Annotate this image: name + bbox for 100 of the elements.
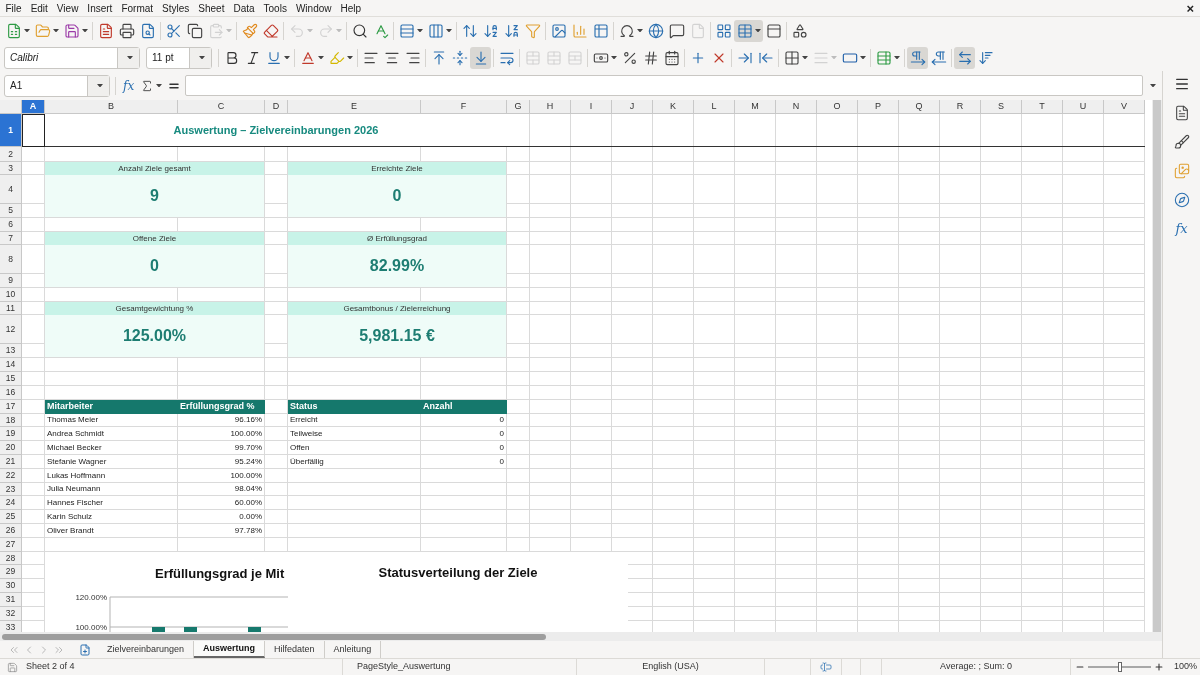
row-header[interactable]: 21 [0, 455, 22, 469]
column-header[interactable]: R [940, 100, 981, 114]
sheet-tab[interactable]: Hilfedaten [265, 641, 325, 658]
font-size-field[interactable]: 11 pt [146, 46, 212, 69]
caret-icon [198, 55, 205, 60]
row-header[interactable]: 2 [0, 147, 22, 162]
column-header[interactable]: K [653, 100, 694, 114]
table-cell: Karin Schulz [45, 510, 178, 524]
function-wizard-button[interactable]: fx [121, 78, 137, 93]
column-header[interactable]: M [735, 100, 776, 114]
column-header[interactable]: G [507, 100, 530, 114]
dropdown-button[interactable] [87, 75, 109, 96]
column-header[interactable]: F [421, 100, 507, 114]
caret-icon [801, 55, 808, 60]
formula-input[interactable] [185, 75, 1143, 96]
row-header[interactable]: 19 [0, 427, 22, 441]
page-style: PageStyle_Auswertung [357, 660, 451, 674]
row-header[interactable]: 15 [0, 372, 22, 386]
table-cell: Offen [288, 441, 421, 455]
row-header[interactable]: 29 [0, 565, 22, 579]
images-icon [1173, 163, 1190, 179]
menu-item[interactable]: Insert [82, 0, 117, 16]
row-header[interactable]: 3 [0, 162, 22, 175]
menu-item[interactable]: Window [291, 0, 336, 16]
caret-icon [830, 55, 837, 60]
column-header[interactable]: Q [899, 100, 940, 114]
row-header[interactable]: 7 [0, 232, 22, 245]
row-header[interactable]: 30 [0, 579, 22, 593]
sheet-tab[interactable]: Anleitung [324, 641, 382, 658]
caret-icon [96, 83, 103, 88]
column-header[interactable]: T [1022, 100, 1063, 114]
row-header[interactable]: 20 [0, 441, 22, 455]
slider-thumb[interactable] [1117, 662, 1122, 672]
table-cell: Stefanie Wagner [45, 455, 178, 469]
menu-item[interactable]: Format [116, 0, 158, 16]
functions-button[interactable]: fx [1175, 218, 1188, 240]
row-header[interactable]: 8 [0, 245, 22, 274]
row-header[interactable]: 24 [0, 496, 22, 510]
column-header[interactable]: C [178, 100, 265, 114]
column-header[interactable]: J [612, 100, 653, 114]
column-header[interactable]: U [1063, 100, 1104, 114]
row-header[interactable]: 16 [0, 386, 22, 400]
row-header[interactable]: 10 [0, 288, 22, 302]
row-header[interactable]: 11 [0, 302, 22, 315]
row-header[interactable]: 28 [0, 552, 22, 565]
menu-item[interactable]: File [1, 0, 27, 16]
table-cell: Teilweise [288, 427, 421, 441]
column-header[interactable]: S [981, 100, 1022, 114]
scrollbar-thumb[interactable] [1153, 100, 1161, 632]
row-header[interactable]: 18 [0, 414, 22, 427]
row-header[interactable]: 9 [0, 274, 22, 288]
column-header[interactable]: E [288, 100, 421, 114]
row-header[interactable]: 26 [0, 524, 22, 538]
row-header[interactable]: 25 [0, 510, 22, 524]
dropdown-button[interactable] [117, 47, 139, 68]
language: English (USA) [642, 660, 699, 674]
column-header[interactable]: O [817, 100, 858, 114]
column-header[interactable]: N [776, 100, 817, 114]
column-header[interactable]: I [571, 100, 612, 114]
dropdown-button[interactable] [189, 47, 211, 68]
row-header[interactable]: 6 [0, 218, 22, 232]
menu-item[interactable]: Tools [259, 0, 292, 16]
row-header[interactable]: 23 [0, 483, 22, 496]
menu-item[interactable]: Sheet [193, 0, 229, 16]
font-name-field[interactable]: Calibri [4, 46, 140, 69]
row-header[interactable]: 17 [0, 400, 22, 414]
table-cell: Julia Neumann [45, 483, 178, 496]
close-button[interactable]: × [1186, 0, 1194, 16]
row-header[interactable]: 22 [0, 469, 22, 483]
column-header[interactable]: H [530, 100, 571, 114]
column-header[interactable]: D [265, 100, 288, 114]
row-header[interactable]: 1 [0, 114, 22, 147]
row-header[interactable]: 32 [0, 607, 22, 621]
table-cell: 96.16% [178, 414, 265, 427]
selected-cell[interactable] [22, 114, 45, 147]
scrollbar-thumb[interactable] [2, 633, 546, 640]
column-header[interactable]: A [22, 100, 45, 114]
row-header[interactable]: 13 [0, 344, 22, 358]
row-header[interactable]: 27 [0, 538, 22, 552]
row-header[interactable]: 31 [0, 593, 22, 607]
name-box[interactable]: A1 [4, 74, 110, 97]
column-header[interactable]: B [45, 100, 178, 114]
caret-icon [126, 55, 133, 60]
column-header[interactable]: P [858, 100, 899, 114]
freeze-button[interactable] [734, 19, 763, 42]
row-header[interactable]: 5 [0, 204, 22, 218]
row-header[interactable]: 4 [0, 175, 22, 204]
zoom-in-button[interactable] [1154, 662, 1164, 672]
column-header[interactable]: L [694, 100, 735, 114]
row-header[interactable]: 14 [0, 358, 22, 372]
menu-item[interactable]: Styles [157, 0, 194, 16]
column-header[interactable]: V [1104, 100, 1145, 114]
menu-item[interactable]: View [52, 0, 83, 16]
menu-item[interactable]: Data [228, 0, 260, 16]
axis-label: 100.00% [75, 623, 107, 632]
menu-item[interactable]: Edit [26, 0, 53, 16]
sheet-tab[interactable]: Auswertung [194, 641, 266, 658]
menu-item[interactable]: Help [336, 0, 366, 16]
row-header[interactable]: 12 [0, 315, 22, 344]
chart-title: Statusverteilung der Ziele [378, 565, 538, 581]
